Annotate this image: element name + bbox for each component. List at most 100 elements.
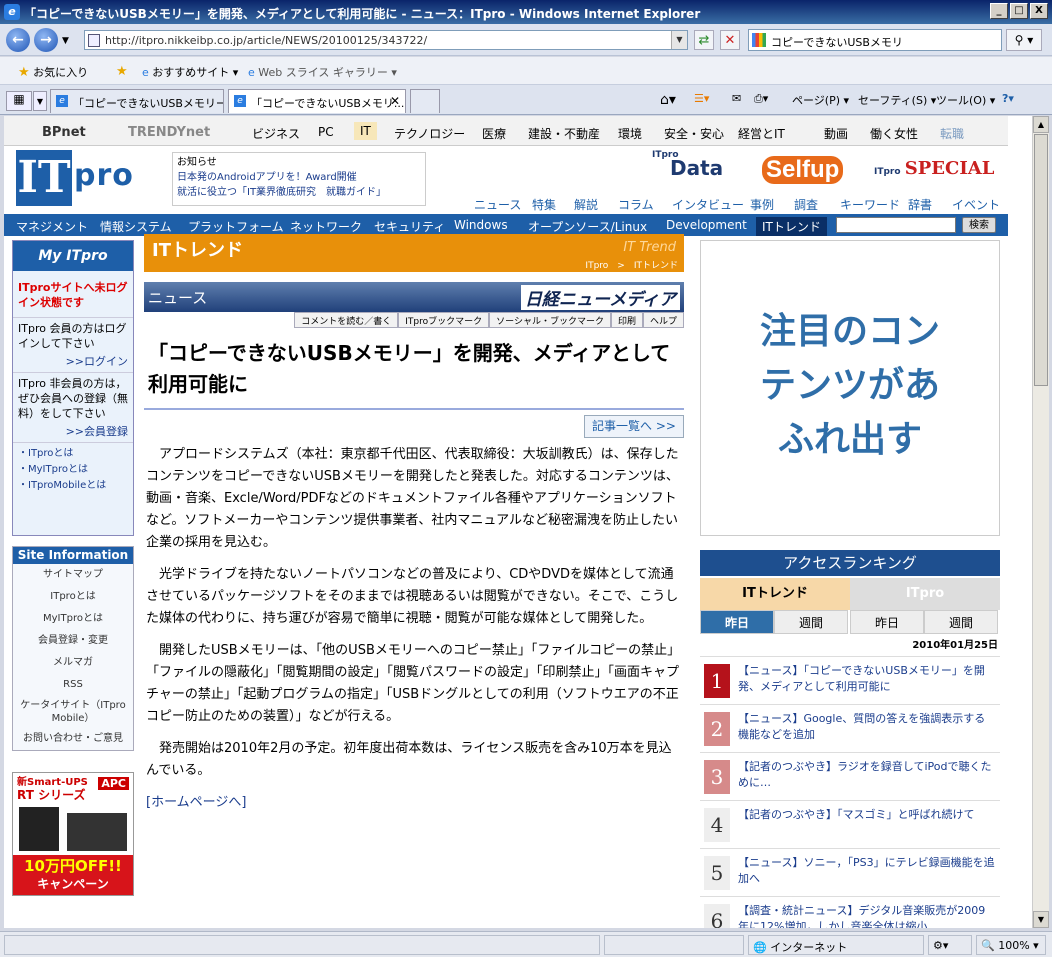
register-link[interactable]: >>会員登録 — [13, 424, 133, 442]
about-itpro-link[interactable]: ・ITproとは — [18, 446, 128, 462]
nav-trendynet[interactable]: TRENDYnet — [128, 125, 210, 140]
myitpro-about-link[interactable]: MyITproとは — [13, 608, 133, 630]
subnav-keyword[interactable]: キーワード — [840, 196, 900, 213]
subnav-explain[interactable]: 解説 — [574, 196, 598, 213]
nav-construction[interactable]: 建設・不動産 — [528, 125, 600, 142]
nav-working-women[interactable]: 働く女性 — [870, 125, 918, 142]
ranking-item[interactable]: 6 【調査・統計ニュース】デジタル音楽販売が2009年に12%増加，しかし音楽全… — [700, 896, 1000, 928]
ranking-link[interactable]: 【記者のつぶやき】「マスゴミ」と呼ばれ続けて — [738, 807, 996, 823]
home-icon[interactable]: ⌂▾ — [660, 92, 676, 108]
mobile-site-link[interactable]: ケータイサイト（ITpro Mobile） — [13, 696, 133, 728]
site-search-button[interactable]: 検索 — [962, 217, 996, 233]
apc-advertisement[interactable]: 新Smart-UPS RT シリーズ APC 10万円OFF!! キャンペーン — [12, 772, 134, 896]
cat-it-trend[interactable]: ITトレンド — [756, 217, 827, 236]
login-link[interactable]: >>ログイン — [13, 354, 133, 372]
notice-link-1[interactable]: 日本発のAndroidアプリを！Award開催 — [177, 170, 421, 185]
stop-button[interactable]: ✕ — [720, 30, 740, 50]
scroll-thumb[interactable] — [1034, 134, 1048, 386]
forward-button[interactable]: → — [34, 28, 58, 52]
nav-bpnet[interactable]: BPnet — [42, 125, 86, 140]
ranking-tab-it-trend[interactable]: ITトレンド — [700, 578, 850, 610]
search-input[interactable]: コピーできないUSBメモリ — [748, 29, 1002, 51]
nav-pc[interactable]: PC — [318, 125, 334, 139]
notice-link-2[interactable]: 就活に役立つ「IT業界徹底研究 就職ガイド」 — [177, 185, 421, 200]
tab-list-dropdown-icon[interactable]: ▼ — [33, 91, 47, 111]
new-tab-button[interactable] — [410, 89, 440, 113]
contact-link[interactable]: お問い合わせ・ご意見 — [13, 728, 133, 750]
tab-1[interactable]: e 「コピーできないUSBメモリー」... — [50, 89, 224, 113]
ranking-item[interactable]: 4 【記者のつぶやき】「マスゴミ」と呼ばれ続けて — [700, 800, 1000, 846]
suggested-sites-link[interactable]: e おすすめサイト ▾ — [142, 64, 238, 80]
web-slice-gallery-link[interactable]: e Web スライス ギャラリー ▾ — [248, 64, 397, 80]
zoom-control[interactable]: 🔍 100% ▾ — [976, 935, 1046, 955]
ranking-item[interactable]: 5 【ニュース】ソニー，「PS3」にテレビ録画機能を追加へ — [700, 848, 1000, 894]
subnav-interview[interactable]: インタビュー — [672, 196, 744, 213]
cat-network[interactable]: ネットワーク — [290, 218, 362, 235]
comment-link[interactable]: コメントを読む／書く — [294, 312, 399, 328]
help-link[interactable]: ヘルプ — [642, 312, 684, 328]
itpro-bookmark-link[interactable]: ITproブックマーク — [398, 312, 490, 328]
subnav-dictionary[interactable]: 辞書 — [908, 196, 932, 213]
about-itpromobile-link[interactable]: ・ITproMobileとは — [18, 478, 128, 494]
print-link[interactable]: 印刷 — [610, 312, 643, 328]
tab-weekly-itpro[interactable]: 週間 — [924, 610, 998, 634]
page-menu[interactable]: ページ(P) ▾ — [792, 92, 849, 108]
itpro-logo[interactable]: IT pro — [16, 150, 154, 206]
ranking-link[interactable]: 【記者のつぶやき】ラジオを録音してiPodで聴くために… — [738, 759, 996, 791]
nav-it[interactable]: IT — [354, 122, 377, 140]
subnav-column[interactable]: コラム — [618, 196, 654, 213]
nav-safety[interactable]: 安全・安心 — [664, 125, 724, 142]
featured-content-banner[interactable]: 注目のコンテンツがあふれ出す — [700, 240, 1000, 536]
cat-security[interactable]: セキュリティ — [374, 218, 445, 235]
ranking-link[interactable]: 【ニュース】ソニー，「PS3」にテレビ録画機能を追加へ — [738, 855, 996, 887]
ranking-link[interactable]: 【調査・統計ニュース】デジタル音楽販売が2009年に12%増加，しかし音楽全体は… — [738, 903, 996, 928]
scroll-up-arrow-icon[interactable]: ▲ — [1033, 116, 1049, 133]
print-icon[interactable]: ⎙▾ — [754, 92, 768, 106]
ranking-item[interactable]: 3 【記者のつぶやき】ラジオを録音してiPodで聴くために… — [700, 752, 1000, 798]
address-field[interactable]: http://itpro.nikkeibp.co.jp/article/NEWS… — [84, 30, 688, 50]
feeds-icon[interactable]: ☰▾ — [694, 92, 709, 105]
article-list-button[interactable]: 記事一覧へ >> — [584, 415, 684, 438]
help-icon[interactable]: ?▾ — [1002, 92, 1014, 105]
favorites-button[interactable]: ★ お気に入り — [18, 64, 88, 80]
nav-medical[interactable]: 医療 — [482, 125, 506, 142]
protected-mode-icon[interactable]: ⚙▾ — [928, 935, 972, 955]
subnav-survey[interactable]: 調査 — [794, 196, 818, 213]
scroll-down-arrow-icon[interactable]: ▼ — [1033, 911, 1049, 928]
ranking-item[interactable]: 1 【ニュース】「コピーできないUSBメモリー」を開発、メディアとして利用可能に — [700, 656, 1000, 702]
ranking-link[interactable]: 【ニュース】「コピーできないUSBメモリー」を開発、メディアとして利用可能に — [738, 663, 996, 695]
tab-2[interactable]: e 「コピーできないUSBメモリ... ✕ — [228, 89, 406, 113]
cat-management[interactable]: マネジメント — [16, 218, 88, 235]
cat-development[interactable]: Development — [666, 218, 747, 232]
close-tab-icon[interactable]: ✕ — [390, 94, 400, 108]
safety-menu[interactable]: セーフティ(S) ▾ — [858, 92, 936, 108]
cat-opensource[interactable]: オープンソース/Linux — [528, 218, 647, 235]
nav-technology[interactable]: テクノロジー — [394, 125, 465, 142]
registration-link[interactable]: 会員登録・変更 — [13, 630, 133, 652]
tools-menu[interactable]: ツール(O) ▾ — [936, 92, 995, 108]
search-button[interactable]: ⚲ ▾ — [1006, 29, 1042, 51]
nav-job[interactable]: 転職 — [940, 125, 964, 142]
selfup-logo[interactable]: Selfup — [762, 156, 844, 184]
ranking-link[interactable]: 【ニュース】Google、質問の答えを強調表示する機能などを追加 — [738, 711, 996, 743]
add-favorites-icon[interactable]: ★ — [116, 64, 128, 79]
close-button[interactable]: X — [1030, 3, 1048, 19]
ranking-tab-itpro[interactable]: ITpro — [850, 578, 1000, 610]
maximize-button[interactable]: □ — [1010, 3, 1028, 19]
itpro-data-logo[interactable]: ITpro Data — [652, 150, 723, 180]
nav-video[interactable]: 動画 — [824, 125, 848, 142]
tab-yesterday[interactable]: 昨日 — [700, 610, 774, 634]
cat-windows[interactable]: Windows — [454, 218, 508, 232]
itpro-about-link[interactable]: ITproとは — [13, 586, 133, 608]
homepage-link[interactable]: [ホームページへ] — [146, 792, 684, 814]
nav-business[interactable]: ビジネス — [252, 125, 300, 142]
cat-platform[interactable]: プラットフォーム — [188, 218, 284, 235]
recent-pages-dropdown-icon[interactable]: ▼ — [62, 36, 69, 46]
subnav-feature[interactable]: 特集 — [532, 196, 556, 213]
subnav-cases[interactable]: 事例 — [750, 196, 774, 213]
address-dropdown-icon[interactable]: ▼ — [671, 31, 687, 49]
tab-weekly[interactable]: 週間 — [774, 610, 848, 634]
itpro-special-logo[interactable]: ITpro SPECIAL — [874, 158, 994, 179]
minimize-button[interactable]: _ — [990, 3, 1008, 19]
cat-info-systems[interactable]: 情報システム — [100, 218, 172, 235]
